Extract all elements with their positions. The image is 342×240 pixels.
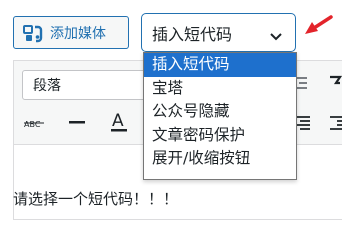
shortcode-option[interactable]: 宝塔 xyxy=(144,77,296,101)
strikethrough-icon[interactable]: ABC xyxy=(24,117,46,129)
shortcode-option[interactable]: 展开/收缩按钮 xyxy=(144,147,296,171)
shortcode-select[interactable]: 插入短代码 xyxy=(141,13,296,52)
media-icon xyxy=(23,23,43,43)
align-right-icon[interactable] xyxy=(295,115,311,131)
shortcode-option[interactable]: 公众号隐藏 xyxy=(144,100,296,124)
red-arrow-icon xyxy=(302,14,334,42)
toolbar-toggle-icon[interactable] xyxy=(328,73,342,93)
text-color-icon[interactable]: A xyxy=(109,110,129,134)
chevron-down-icon xyxy=(269,27,283,46)
format-select-value: 段落 xyxy=(33,78,61,94)
outdent-icon[interactable] xyxy=(329,115,342,131)
shortcode-select-value: 插入短代码 xyxy=(152,24,233,44)
editor-content[interactable]: 请选择一个短代码！！！ xyxy=(13,188,178,209)
svg-text:ABC: ABC xyxy=(24,120,41,129)
add-media-label: 添加媒体 xyxy=(50,25,106,42)
add-media-button[interactable]: 添加媒体 xyxy=(13,16,129,49)
format-select[interactable]: 段落 xyxy=(22,70,162,100)
shortcode-dropdown-list: 插入短代码 宝塔 公众号隐藏 文章密码保护 展开/收缩按钮 xyxy=(143,52,297,180)
horizontal-rule-icon[interactable] xyxy=(69,121,85,125)
text-color-label: A xyxy=(112,111,124,131)
shortcode-option[interactable]: 插入短代码 xyxy=(144,53,296,77)
shortcode-option[interactable]: 文章密码保护 xyxy=(144,124,296,148)
